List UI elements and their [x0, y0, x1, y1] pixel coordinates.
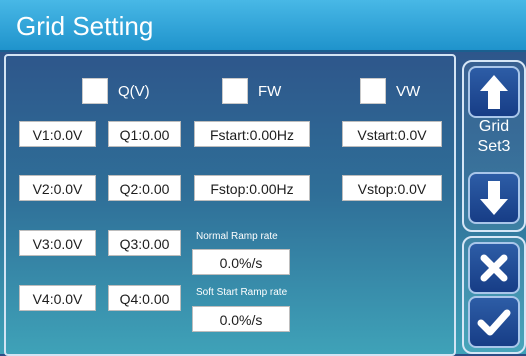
arrow-up-icon — [480, 75, 508, 109]
arrow-down-icon — [480, 181, 508, 215]
q4-field[interactable]: Q4:0.00 — [108, 285, 181, 311]
vstart-field[interactable]: Vstart:0.0V — [342, 121, 442, 147]
fstart-field[interactable]: Fstart:0.00Hz — [194, 121, 310, 147]
fw-checkbox[interactable] — [222, 78, 248, 104]
v4-field[interactable]: V4:0.0V — [19, 285, 96, 311]
title-bar: Grid Setting — [0, 0, 526, 52]
check-icon — [477, 309, 511, 336]
soft-start-ramp-field[interactable]: 0.0%/s — [192, 306, 290, 332]
v3-field[interactable]: V3:0.0V — [19, 230, 96, 256]
up-button[interactable] — [468, 66, 520, 118]
grid-set-label: Grid Set3 — [462, 117, 526, 157]
fw-checkbox-row[interactable]: FW — [222, 78, 281, 104]
q3-field[interactable]: Q3:0.00 — [108, 230, 181, 256]
qv-checkbox[interactable] — [82, 78, 108, 104]
fw-label: FW — [258, 82, 282, 100]
down-button[interactable] — [468, 172, 520, 224]
vstop-field[interactable]: Vstop:0.0V — [342, 175, 442, 201]
vw-checkbox[interactable] — [360, 78, 386, 104]
cancel-button[interactable] — [468, 242, 520, 294]
page-title: Grid Setting — [16, 11, 154, 41]
qv-checkbox-row[interactable]: Q(V) — [82, 78, 150, 104]
normal-ramp-label: Normal Ramp rate — [196, 231, 278, 242]
soft-start-ramp-label: Soft Start Ramp rate — [196, 287, 288, 298]
grid-set-text: Grid Set3 — [477, 118, 511, 155]
fstop-field[interactable]: Fstop:0.00Hz — [194, 175, 310, 201]
vw-label: VW — [396, 82, 421, 100]
qv-label: Q(V) — [118, 82, 150, 100]
v1-field[interactable]: V1:0.0V — [19, 121, 96, 147]
vw-checkbox-row[interactable]: VW — [360, 78, 420, 104]
q1-field[interactable]: Q1:0.00 — [108, 121, 181, 147]
confirm-button[interactable] — [468, 296, 520, 348]
q2-field[interactable]: Q2:0.00 — [108, 175, 181, 201]
close-icon — [480, 254, 508, 282]
v2-field[interactable]: V2:0.0V — [19, 175, 96, 201]
normal-ramp-field[interactable]: 0.0%/s — [192, 249, 290, 275]
